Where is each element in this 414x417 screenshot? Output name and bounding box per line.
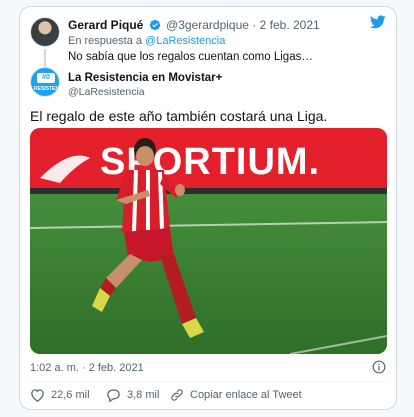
author-row: Gerard Piqué @3gerardpique · 2 feb. 2021 <box>68 18 320 34</box>
tweet-image[interactable]: SPORTIUM. <box>30 128 387 354</box>
info-icon[interactable] <box>372 360 386 379</box>
reply-context: En respuesta a @LaResistencia <box>68 35 225 47</box>
copy-link-label: Copiar enlace al Tweet <box>190 389 302 401</box>
avatar-badge-top: #0 <box>37 73 55 83</box>
football-photo: SPORTIUM. <box>30 128 387 354</box>
reply-tweet[interactable]: Gerard Piqué @3gerardpique · 2 feb. 2021… <box>30 13 386 73</box>
quoted-author-handle[interactable]: @LaResistencia <box>68 86 145 98</box>
reply-text: No sabía que los regalos cuentan como Li… <box>68 51 313 63</box>
reply-icon <box>107 389 120 402</box>
tweet-text: El regalo de este año también costará un… <box>30 108 328 124</box>
quoted-name-suffix: + <box>215 72 223 84</box>
tweet-timestamp[interactable]: 1:02 a. m. · 2 feb. 2021 <box>30 362 144 374</box>
copy-link-button[interactable]: Copiar enlace al Tweet <box>170 388 302 402</box>
heart-icon <box>31 389 44 402</box>
separator: · <box>252 18 257 32</box>
link-icon <box>171 389 183 401</box>
like-count: 22,6 mil <box>51 389 90 401</box>
tweet-date[interactable]: 2 feb. 2021 <box>260 18 320 32</box>
quoted-name-text: La Resistencia en Movistar <box>68 72 216 84</box>
divider <box>30 381 386 382</box>
reply-prefix: En respuesta a <box>68 35 142 47</box>
author-handle[interactable]: @3gerardpique <box>166 18 249 32</box>
like-button[interactable]: 22,6 mil <box>30 388 90 402</box>
tweet-card[interactable]: Gerard Piqué @3gerardpique · 2 feb. 2021… <box>19 6 397 410</box>
quoted-avatar[interactable]: #0 RESISTENCIA <box>30 67 60 97</box>
twitter-bird-icon[interactable] <box>369 15 386 34</box>
reply-button[interactable]: 3,8 mil <box>106 388 159 402</box>
quoted-author-name[interactable]: La Resistencia en Movistar+ <box>68 72 222 84</box>
avatar-badge-bottom: RESISTENCIA <box>34 86 60 92</box>
verified-icon <box>149 19 161 34</box>
tweet-actions: 22,6 mil 3,8 mil Copiar enlace al Tweet <box>30 388 386 404</box>
avatar[interactable] <box>30 17 60 47</box>
reply-count: 3,8 mil <box>127 389 160 401</box>
reply-mention-link[interactable]: @LaResistencia <box>145 35 225 47</box>
quoted-author[interactable]: #0 RESISTENCIA La Resistencia en Movista… <box>30 65 386 99</box>
author-name[interactable]: Gerard Piqué <box>68 18 143 32</box>
